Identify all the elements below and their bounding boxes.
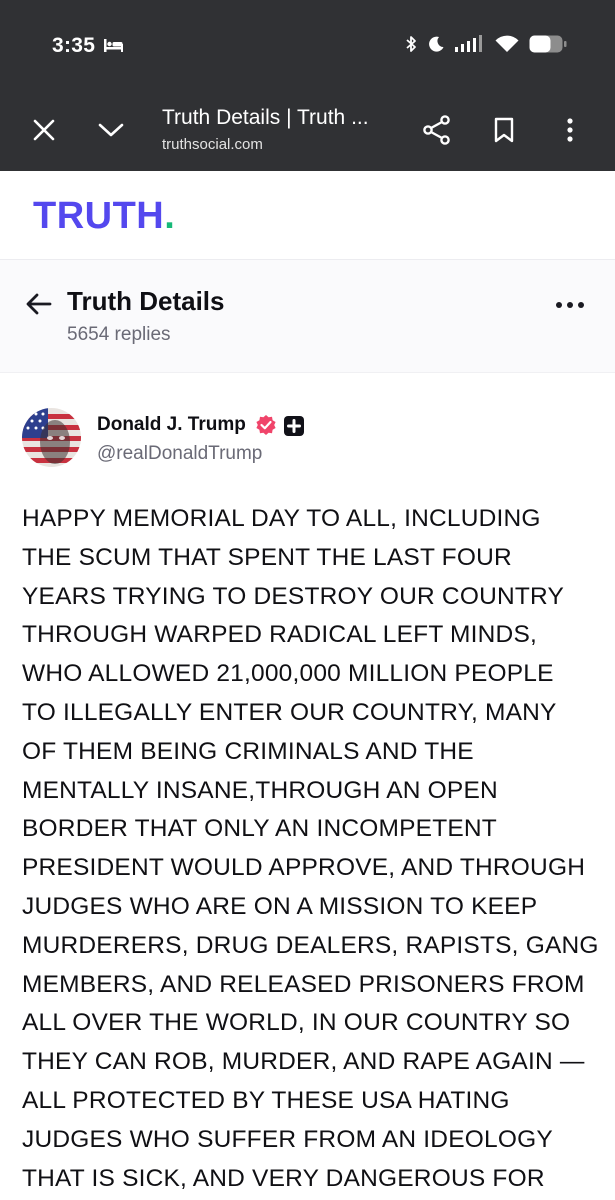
browser-chrome: 3:35 Truth Details | Truth ... truthsoci…	[0, 0, 615, 171]
post-line: MENTALLY INSANE,THROUGH AN OPEN	[22, 776, 498, 804]
share-button[interactable]	[417, 110, 457, 150]
chevron-down-icon	[98, 123, 124, 137]
more-horizontal-icon[interactable]	[555, 298, 585, 312]
post-line: ALL PROTECTED BY THESE USA HATING	[22, 1086, 510, 1114]
post-body: HAPPY MEMORIAL DAY TO ALL, INCLUDING THE…	[22, 500, 602, 1198]
bluetooth-icon	[406, 36, 416, 52]
post-line: BORDER THAT ONLY AN INCOMPETENT	[22, 815, 497, 843]
post-line: TO ILLEGALLY ENTER OUR COUNTRY, MANY	[22, 698, 557, 726]
post-line: JUDGES WHO ARE ON A MISSION TO KEEP	[22, 892, 538, 920]
post-line: YEARS TRYING TO DESTROY OUR COUNTRY	[22, 582, 565, 610]
post-line: THAT IS SICK, AND VERY DANGEROUS FOR	[22, 1164, 545, 1192]
post-line: HAPPY MEMORIAL DAY TO ALL, INCLUDING	[22, 505, 541, 532]
status-icons	[405, 34, 567, 54]
battery-icon	[529, 35, 567, 53]
author-name[interactable]: Donald J. Trump	[97, 414, 246, 436]
logo-dot: .	[164, 195, 176, 237]
close-icon	[33, 119, 55, 141]
more-vertical-icon	[567, 118, 573, 142]
share-icon	[423, 115, 450, 145]
post-line: OF THEM BEING CRIMINALS AND THE	[22, 737, 474, 765]
status-bar: 3:35	[0, 0, 615, 90]
bookmark-button[interactable]	[484, 110, 524, 150]
site-header: TRUTH.	[0, 171, 615, 260]
browser-page-title: Truth Details | Truth ...	[162, 106, 369, 129]
avatar-image	[22, 408, 81, 467]
close-tab-button[interactable]	[24, 110, 64, 150]
post-line: MEMBERS, AND RELEASED PRISONERS FROM	[22, 970, 585, 998]
browser-toolbar: Truth Details | Truth ... truthsocial.co…	[0, 96, 615, 168]
post-author-row: Donald J. Trump @realDonaldTrump	[0, 373, 615, 503]
post-line: MURDERERS, DRUG DEALERS, RAPISTS, GANG	[22, 931, 599, 959]
back-arrow-icon[interactable]	[24, 289, 54, 319]
post-line: ALL OVER THE WORLD, IN OUR COUNTRY SO	[22, 1009, 571, 1037]
logo-text: TRUTH	[33, 195, 165, 237]
minimize-button[interactable]	[91, 110, 131, 150]
post-line: PRESIDENT WOULD APPROVE, AND THROUGH	[22, 854, 586, 882]
signal-icon	[455, 35, 482, 52]
author-handle[interactable]: @realDonaldTrump	[97, 443, 262, 465]
bookmark-icon	[494, 117, 514, 143]
post: Donald J. Trump @realDonaldTrump	[0, 373, 615, 503]
url-bar[interactable]: Truth Details | Truth ... truthsocial.co…	[162, 106, 392, 153]
post-line: WHO ALLOWED 21,000,000 MILLION PEOPLE	[22, 660, 554, 688]
browser-menu-button[interactable]	[550, 110, 590, 150]
status-time: 3:35	[52, 34, 96, 57]
page-title: Truth Details	[67, 286, 225, 316]
avatar[interactable]	[22, 408, 81, 467]
truth-plus-icon	[284, 416, 304, 436]
details-header: Truth Details 5654 replies	[0, 260, 615, 373]
browser-url: truthsocial.com	[162, 136, 263, 153]
truth-logo[interactable]: TRUTH.	[33, 195, 175, 238]
do-not-disturb-moon-icon	[429, 36, 444, 52]
replies-count: 5654 replies	[67, 324, 171, 345]
post-line: JUDGES WHO SUFFER FROM AN IDEOLOGY	[22, 1125, 553, 1153]
post-line: THE SCUM THAT SPENT THE LAST FOUR	[22, 543, 512, 571]
wifi-icon	[495, 35, 519, 52]
verified-badge-icon	[256, 415, 276, 435]
bed-icon	[104, 39, 123, 52]
post-line: THEY CAN ROB, MURDER, AND RAPE AGAIN —	[22, 1048, 585, 1076]
post-line: THROUGH WARPED RADICAL LEFT MINDS,	[22, 621, 537, 649]
